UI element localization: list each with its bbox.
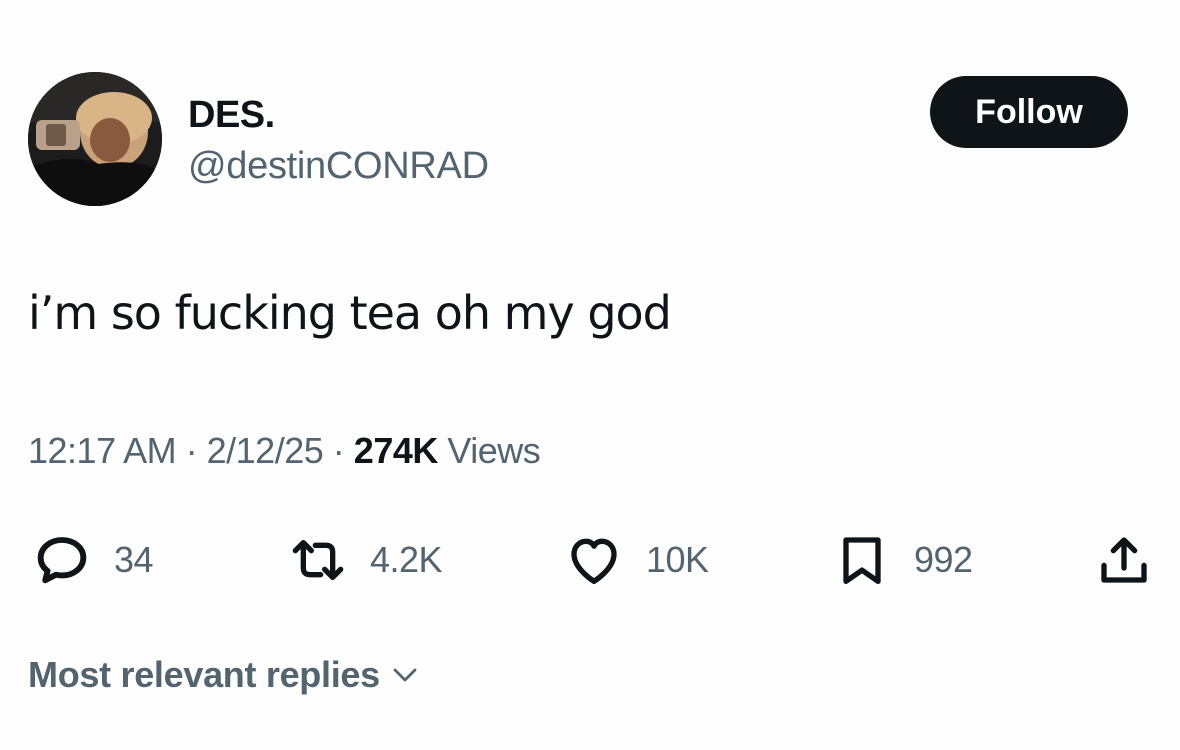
repost-icon <box>292 540 344 580</box>
like-count: 10K <box>646 539 709 580</box>
heart-icon <box>571 538 617 584</box>
meta-separator: · <box>332 430 345 471</box>
action-bar: 34 4.2K 10K 992 <box>0 528 1180 592</box>
repost-count: 4.2K <box>370 539 443 580</box>
views-label: Views <box>447 430 541 471</box>
reply-icon <box>37 537 87 584</box>
reply-button[interactable]: 34 <box>30 528 154 592</box>
tweet-text: i’m so fucking tea oh my god <box>28 286 672 340</box>
avatar-image <box>28 72 162 206</box>
like-button[interactable]: 10K <box>562 528 709 592</box>
repost-button[interactable]: 4.2K <box>286 528 443 592</box>
bookmark-count: 992 <box>914 539 973 580</box>
meta-separator: · <box>185 430 198 471</box>
tweet-detail: DES. @destinCONRAD Follow i’m so fucking… <box>0 0 1180 750</box>
share-button[interactable] <box>1092 528 1156 592</box>
chevron-down-icon <box>393 668 417 682</box>
tweet-date[interactable]: 2/12/25 <box>207 430 324 471</box>
display-name[interactable]: DES. <box>188 94 275 137</box>
bookmark-button[interactable]: 992 <box>830 528 973 592</box>
follow-button[interactable]: Follow <box>930 76 1128 148</box>
avatar[interactable] <box>28 72 162 206</box>
reply-count: 34 <box>114 539 154 580</box>
tweet-time[interactable]: 12:17 AM <box>28 430 177 471</box>
replies-sort-dropdown[interactable]: Most relevant replies <box>28 654 420 696</box>
replies-sort-label: Most relevant replies <box>28 654 380 695</box>
views-count: 274K <box>353 430 439 471</box>
username-handle[interactable]: @destinCONRAD <box>188 145 489 188</box>
share-icon <box>1101 537 1147 583</box>
tweet-meta: 12:17 AM · 2/12/25 · 274K Views <box>28 430 541 472</box>
bookmark-icon <box>843 537 881 584</box>
